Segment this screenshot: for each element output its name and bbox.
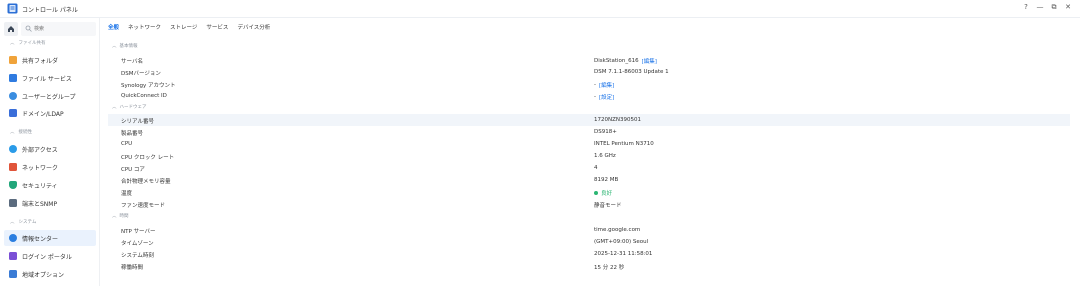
- edit-synology-account-link[interactable]: [編集]: [599, 81, 614, 89]
- restore-icon[interactable]: ⧉: [1049, 3, 1059, 12]
- login-portal-icon: [9, 252, 17, 260]
- window-title: コントロール パネル: [22, 7, 78, 14]
- info-row-memory: 合計物理メモリ容量 8192 MB: [121, 177, 619, 185]
- info-row-quickconnect-id: QuickConnect ID - [設定]: [121, 93, 615, 101]
- search-icon: [25, 25, 32, 32]
- search-area: [4, 22, 96, 36]
- sidebar-item-external-access[interactable]: 外部アクセス: [4, 141, 96, 157]
- home-button[interactable]: [4, 22, 18, 36]
- tab-services[interactable]: サービス: [206, 23, 228, 33]
- collapse-chevron-icon: ︿: [10, 220, 15, 225]
- external-access-icon: [9, 145, 17, 153]
- sidebar-item-regional-options[interactable]: 地域オプション: [4, 266, 96, 282]
- section-file-sharing[interactable]: ︿ ファイル共有: [10, 40, 46, 46]
- sidebar-item-info-center[interactable]: 情報センター: [4, 230, 96, 246]
- collapse-chevron-icon: ︿: [112, 44, 117, 49]
- collapse-chevron-icon: ︿: [10, 130, 15, 135]
- group-time[interactable]: ︿ 時間: [112, 213, 129, 219]
- sidebar-item-shared-folder[interactable]: 共有フォルダ: [4, 52, 96, 68]
- tab-storage[interactable]: ストレージ: [170, 23, 197, 33]
- info-row-uptime: 稼働時間 15 分 22 秒: [121, 265, 625, 271]
- tab-general[interactable]: 全般: [108, 23, 119, 33]
- sidebar: ︿ ファイル共有 共有フォルダ ファイル サービス ユーザーとグループ ドメイン…: [0, 18, 100, 286]
- info-row-cpu: CPU INTEL Pentium N3710: [121, 141, 654, 147]
- security-icon: [9, 181, 17, 189]
- info-row-serial-number: シリアル番号 1720NZN390501: [108, 114, 1070, 126]
- info-row-dsm-version: DSMバージョン DSM 7.1.1-86003 Update 1: [121, 69, 669, 77]
- close-icon[interactable]: ✕: [1063, 3, 1073, 11]
- collapse-chevron-icon: ︿: [112, 214, 117, 219]
- tab-bar: 全般 ネットワーク ストレージ サービス デバイス分析: [108, 23, 270, 33]
- title-bar: コントロール パネル ? — ⧉ ✕: [0, 0, 1080, 18]
- sidebar-item-users-groups[interactable]: ユーザーとグループ: [4, 88, 96, 104]
- status-dot-icon: [594, 191, 598, 195]
- collapse-chevron-icon: ︿: [10, 41, 15, 46]
- sidebar-item-terminal-snmp[interactable]: 端末とSNMP: [4, 195, 96, 211]
- sidebar-item-security[interactable]: セキュリティ: [4, 177, 96, 193]
- info-row-server-name: サーバ名 DiskStation_616 [編集]: [121, 57, 657, 65]
- file-services-icon: [9, 74, 17, 82]
- folder-share-icon: [9, 56, 17, 64]
- info-row-timezone: タイムゾーン (GMT+09:00) Seoul: [121, 239, 649, 247]
- info-row-system-time: システム時刻 2025-12-31 11:58:01: [121, 251, 653, 259]
- users-groups-icon: [9, 92, 17, 100]
- group-hardware[interactable]: ︿ ハードウェア: [112, 104, 147, 110]
- help-icon[interactable]: ?: [1021, 3, 1031, 11]
- setup-quickconnect-link[interactable]: [設定]: [599, 93, 614, 101]
- group-basic-info[interactable]: ︿ 基本情報: [112, 43, 138, 49]
- info-row-cpu-clock: CPU クロック レート 1.6 GHz: [121, 153, 616, 161]
- info-row-fan-mode: ファン速度モード 静音モード: [121, 203, 622, 209]
- edit-server-name-link[interactable]: [編集]: [642, 57, 657, 65]
- info-row-synology-account: Synology アカウント - [編集]: [121, 81, 615, 89]
- collapse-chevron-icon: ︿: [112, 105, 117, 110]
- section-system[interactable]: ︿ システム: [10, 219, 36, 225]
- home-icon: [8, 26, 14, 32]
- terminal-snmp-icon: [9, 199, 17, 207]
- sidebar-item-network[interactable]: ネットワーク: [4, 159, 96, 175]
- tab-network[interactable]: ネットワーク: [128, 23, 161, 33]
- search-input[interactable]: [34, 25, 92, 33]
- control-panel-app-icon: [7, 3, 18, 14]
- info-center-icon: [9, 234, 17, 242]
- domain-ldap-icon: [9, 109, 17, 117]
- sidebar-item-domain-ldap[interactable]: ドメイン/LDAP: [4, 105, 96, 121]
- search-field[interactable]: [21, 22, 96, 36]
- sidebar-item-file-services[interactable]: ファイル サービス: [4, 70, 96, 86]
- sidebar-item-login-portal[interactable]: ログイン ポータル: [4, 248, 96, 264]
- minimize-icon[interactable]: —: [1035, 3, 1045, 11]
- info-row-cpu-cores: CPU コア 4: [121, 165, 598, 173]
- info-row-model: 製品番号 DS918+: [121, 129, 617, 137]
- section-connectivity[interactable]: ︿ 接続性: [10, 129, 32, 135]
- network-icon: [9, 163, 17, 171]
- info-row-ntp-server: NTP サーバー time.google.com: [121, 227, 641, 235]
- status-badge: 良好: [601, 191, 613, 197]
- info-row-temperature: 温度 良好: [121, 191, 613, 197]
- tab-device-analytics[interactable]: デバイス分析: [237, 23, 270, 33]
- regional-options-icon: [9, 270, 17, 278]
